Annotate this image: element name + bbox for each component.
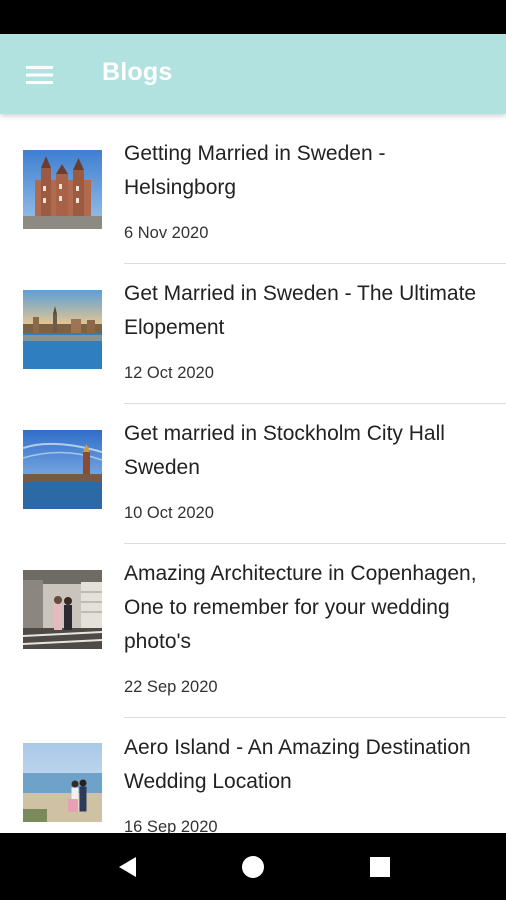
back-triangle-icon[interactable] [112,851,144,883]
hamburger-menu-icon[interactable] [26,64,54,86]
city-waterfront-photo [23,290,102,369]
home-circle-icon[interactable] [237,851,269,883]
system-nav-bar [0,833,506,900]
blog-item-aero-island[interactable]: Aero Island - An Amazing Destination Wed… [0,718,506,833]
couple-beach-photo [23,743,102,822]
blog-list[interactable]: Getting Married in Sweden - Helsingborg … [0,114,506,833]
couple-architecture-photo [23,570,102,649]
app-screen: Blogs Getting Married in Sweden - Helsin… [0,0,506,900]
blog-title: Amazing Architecture in Copenhagen, One … [124,562,477,653]
status-bar [0,0,506,34]
app-bar: Blogs [0,34,506,114]
blog-item-stockholm-city-hall[interactable]: Get married in Stockholm City Hall Swede… [0,404,506,544]
city-hall-photo [23,430,102,509]
blog-date: 16 Sep 2020 [124,818,218,833]
blog-date: 22 Sep 2020 [124,678,218,696]
castle-photo [23,150,102,229]
blog-date: 12 Oct 2020 [124,364,214,382]
blog-item-ultimate-elopement[interactable]: Get Married in Sweden - The Ultimate Elo… [0,264,506,404]
blog-title: Get married in Stockholm City Hall Swede… [124,422,445,479]
blog-title: Getting Married in Sweden - Helsingborg [124,142,386,199]
blog-item-helsingborg[interactable]: Getting Married in Sweden - Helsingborg … [0,114,506,264]
blog-title: Aero Island - An Amazing Destination Wed… [124,736,471,793]
blog-title: Get Married in Sweden - The Ultimate Elo… [124,282,477,339]
recents-square-icon[interactable] [364,851,396,883]
blog-date: 10 Oct 2020 [124,504,214,522]
page-title: Blogs [102,58,173,86]
blog-item-copenhagen-architecture[interactable]: Amazing Architecture in Copenhagen, One … [0,544,506,718]
blog-date: 6 Nov 2020 [124,224,209,242]
